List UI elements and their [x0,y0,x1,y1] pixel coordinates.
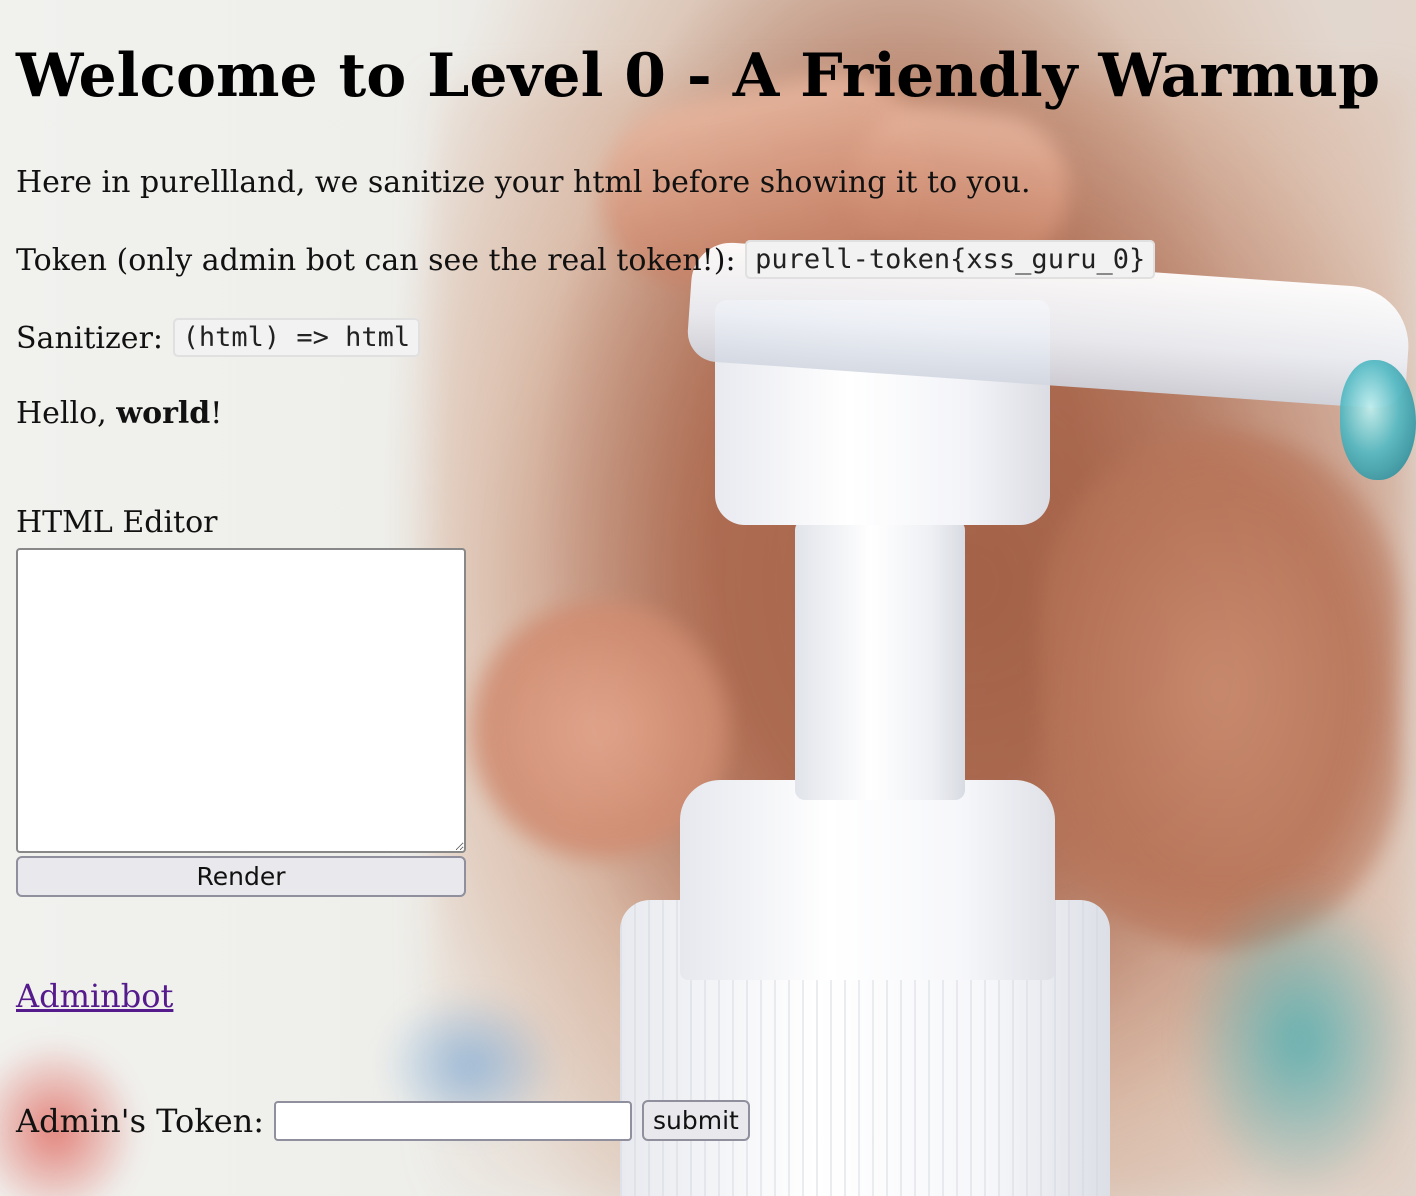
background-teal-blur [1180,880,1416,1196]
admin-token-form: Admin's Token: submit [16,1100,750,1141]
hello-prefix: Hello, [16,396,117,431]
html-editor-textarea[interactable] [16,548,466,853]
pump-stem [795,520,965,800]
submit-button[interactable]: submit [642,1100,750,1141]
soap-droplet [1340,360,1416,480]
background-palm [1040,430,1400,950]
render-button[interactable]: Render [16,856,466,897]
sanitizer-code: (html) => html [172,318,421,357]
token-value: purell-token{xss_guru_0} [745,240,1156,279]
token-label: Token (only admin bot can see the real t… [16,243,746,278]
admin-token-label: Admin's Token: [16,1101,265,1140]
intro-text: Here in purellland, we sanitize your htm… [16,165,1031,200]
adminbot-link[interactable]: Adminbot [16,976,173,1016]
hello-bold: world [116,396,211,431]
main-content: Welcome to Level 0 - A Friendly Warmup H… [16,0,1416,1141]
sanitizer-label: Sanitizer: [16,321,173,356]
html-editor-label: HTML Editor [16,505,218,540]
admin-token-input[interactable] [274,1100,633,1141]
token-line: Token (only admin bot can see the real t… [16,240,1156,281]
page-title: Welcome to Level 0 - A Friendly Warmup [16,41,1381,111]
sanitizer-line: Sanitizer: (html) => html [16,318,421,359]
hello-suffix: ! [210,396,223,431]
rendered-output: Hello, world! [16,394,222,434]
pump-collar [680,780,1055,980]
